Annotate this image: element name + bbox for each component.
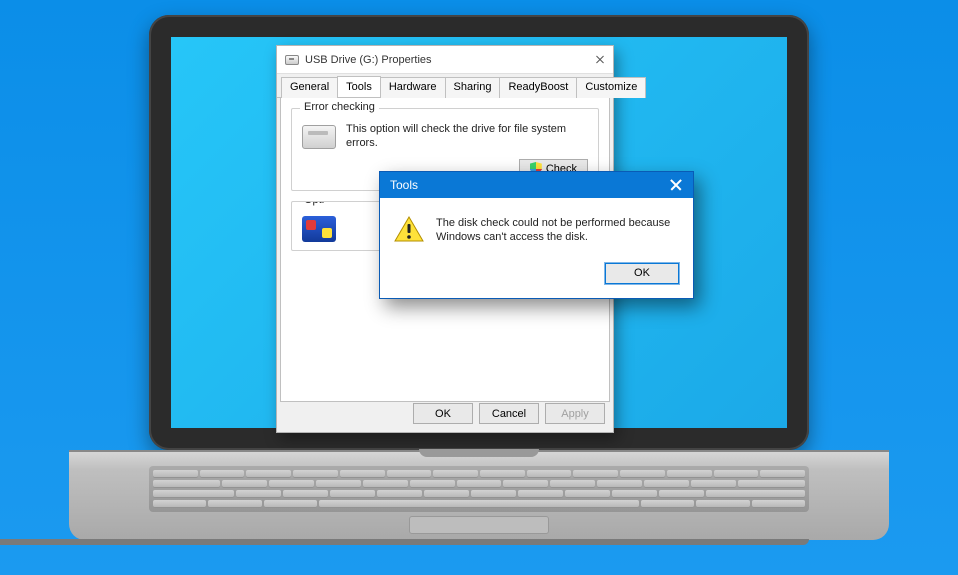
- drive-icon: [285, 55, 299, 65]
- dialog-footer: OK: [380, 255, 693, 298]
- tab-hardware[interactable]: Hardware: [380, 77, 446, 98]
- dialog-message: The disk check could not be performed be…: [436, 216, 679, 245]
- laptop-frame: USB Drive (G:) Properties General Tools …: [149, 15, 809, 540]
- close-icon[interactable]: [595, 55, 605, 65]
- tab-strip: General Tools Hardware Sharing ReadyBoos…: [277, 76, 613, 98]
- tab-sharing[interactable]: Sharing: [445, 77, 501, 98]
- apply-button[interactable]: Apply: [545, 403, 605, 424]
- error-checking-description: This option will check the drive for fil…: [346, 123, 588, 151]
- screen-bezel: USB Drive (G:) Properties General Tools …: [149, 15, 809, 450]
- optimize-icon: [302, 216, 336, 242]
- dialog-close-icon[interactable]: [669, 178, 683, 192]
- dialog-titlebar[interactable]: Tools: [380, 172, 693, 198]
- laptop-base: [69, 450, 889, 540]
- dialog-title: Tools: [390, 178, 418, 192]
- trackpad: [409, 516, 549, 534]
- window-title: USB Drive (G:) Properties: [305, 54, 432, 66]
- desktop: USB Drive (G:) Properties General Tools …: [171, 37, 787, 428]
- warning-icon: [394, 216, 424, 242]
- window-titlebar[interactable]: USB Drive (G:) Properties: [277, 46, 613, 74]
- optimize-label-truncated: Opti: [300, 201, 328, 206]
- tab-general[interactable]: General: [281, 77, 338, 98]
- error-checking-label: Error checking: [300, 101, 379, 113]
- properties-footer: OK Cancel Apply: [413, 403, 605, 424]
- tab-customize[interactable]: Customize: [576, 77, 646, 98]
- cancel-button[interactable]: Cancel: [479, 403, 539, 424]
- dialog-ok-button[interactable]: OK: [605, 263, 679, 284]
- tab-readyboost[interactable]: ReadyBoost: [499, 77, 577, 98]
- tab-tools[interactable]: Tools: [337, 76, 381, 97]
- keyboard: [149, 466, 809, 512]
- error-dialog: Tools The disk check could not be perfor…: [379, 171, 694, 299]
- ok-button[interactable]: OK: [413, 403, 473, 424]
- drive-check-icon: [302, 125, 336, 149]
- dialog-body: The disk check could not be performed be…: [380, 198, 693, 255]
